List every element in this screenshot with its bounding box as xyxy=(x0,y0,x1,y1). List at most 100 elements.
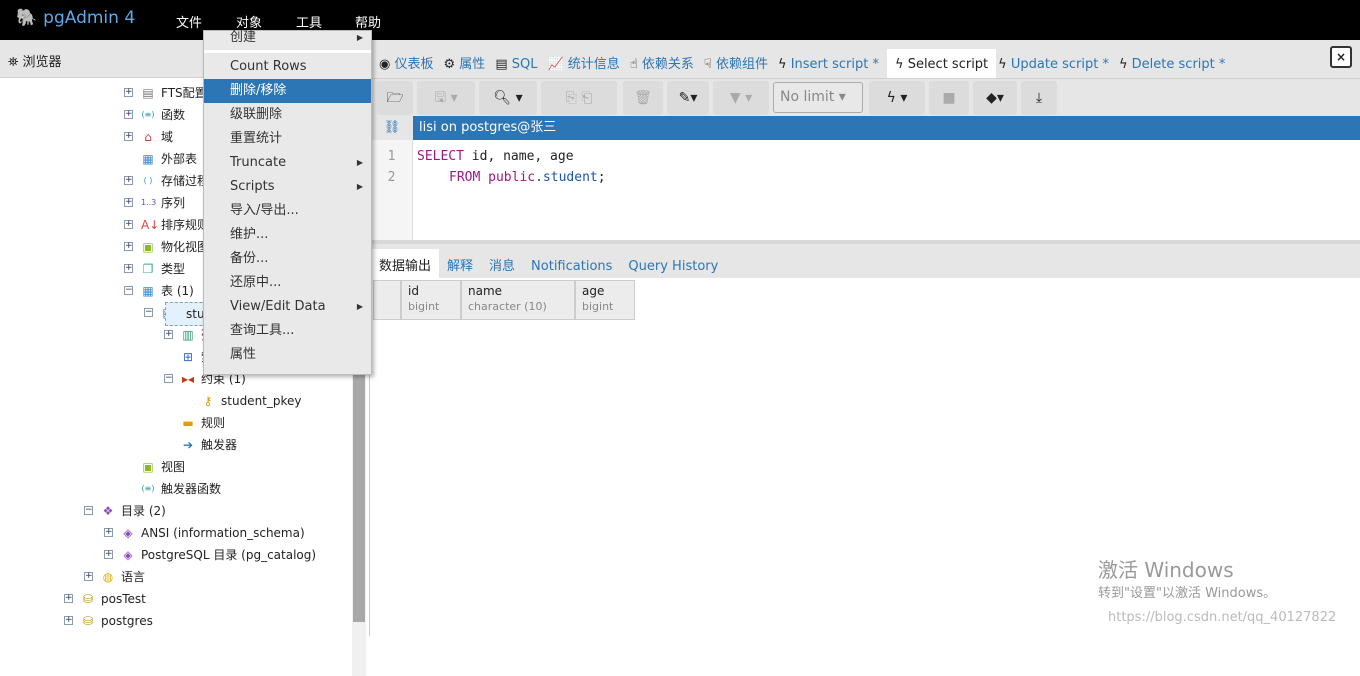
tab-0[interactable]: ◉ 仪表板 xyxy=(377,53,442,78)
tree-item[interactable]: + ◈ ANSI (information_schema) xyxy=(0,522,350,544)
tab-8[interactable]: ϟ Update script * xyxy=(996,57,1117,78)
expander-icon[interactable]: + xyxy=(124,88,133,97)
tab-1[interactable]: ⚙ 属性 xyxy=(442,53,494,78)
expander-icon[interactable]: + xyxy=(124,110,133,119)
column-header[interactable]: age bigint xyxy=(575,280,635,320)
expander-icon[interactable]: − xyxy=(124,286,133,295)
context-menu-item[interactable]: View/Edit Data ▶ xyxy=(204,295,371,319)
result-tab[interactable]: Query History xyxy=(620,259,726,278)
context-menu-item[interactable]: Count Rows xyxy=(204,55,371,79)
expander-icon[interactable]: + xyxy=(124,132,133,141)
tree-item[interactable]: ▣ 视图 xyxy=(0,456,350,478)
panel-tabs: ◉ 仪表板 ⚙ 属性 ▤ SQL 📈 统计信息 ☝ 依赖关系 ☟ 依赖组件 ϟ Insert… xyxy=(371,40,1360,78)
find-button[interactable]: 🔍︎ ▾ xyxy=(479,81,537,115)
tree-item-label: 排序规则 xyxy=(161,218,210,232)
delete-button[interactable]: 🗑 xyxy=(623,81,663,115)
tab-3[interactable]: 📈 统计信息 xyxy=(545,53,627,78)
expander-icon[interactable]: + xyxy=(64,594,73,603)
expander-icon[interactable]: − xyxy=(144,308,153,317)
tree-item[interactable]: + ⛁ posTest xyxy=(0,588,350,610)
tab-6[interactable]: ϟ Insert script * xyxy=(776,57,887,78)
tree-item[interactable]: − ❖ 目录 (2) xyxy=(0,500,350,522)
expander-icon[interactable]: + xyxy=(124,264,133,273)
stop-button[interactable]: ■ xyxy=(929,81,969,115)
result-tab[interactable]: 数据输出 xyxy=(371,249,440,278)
menu-2[interactable]: 工具 xyxy=(296,12,322,31)
tree-item[interactable]: ⚷ student_pkey xyxy=(0,390,350,412)
sequence-icon: 1..3 xyxy=(141,198,157,207)
tab-icon: ☟ xyxy=(703,57,716,72)
result-tab[interactable]: Notifications xyxy=(523,259,620,278)
menu-3[interactable]: 帮助 xyxy=(355,12,381,31)
app-logo[interactable]: 🐘 pgAdmin 4 xyxy=(16,8,135,28)
execute-button[interactable]: ϟ ▾ xyxy=(869,81,925,115)
tree-item[interactable]: + ◍ 语言 xyxy=(0,566,350,588)
scrollbar-thumb[interactable] xyxy=(353,370,365,622)
edit-button[interactable]: ✎▾ xyxy=(667,81,709,115)
context-menu-item[interactable]: Truncate ▶ xyxy=(204,151,371,175)
tree-item-label: 视图 xyxy=(161,460,186,474)
expander-icon[interactable]: − xyxy=(84,506,93,515)
context-menu-item[interactable]: 重置统计 xyxy=(204,127,371,151)
context-menu-item[interactable]: 还原中... xyxy=(204,271,371,295)
tree-item[interactable]: (≡) 触发器函数 xyxy=(0,478,350,500)
rule-icon: ▬ xyxy=(182,416,194,430)
menu-0[interactable]: 文件 xyxy=(176,12,202,31)
tab-9[interactable]: ϟ Delete script * xyxy=(1117,57,1233,78)
select-all-corner[interactable] xyxy=(373,280,401,320)
language-icon: ◍ xyxy=(102,570,114,584)
menu-item-label: Scripts xyxy=(230,179,275,194)
expander-icon[interactable]: + xyxy=(124,198,133,207)
context-menu-item[interactable]: 查询工具... xyxy=(204,319,371,343)
expander-icon[interactable]: + xyxy=(84,572,93,581)
expander-icon[interactable]: + xyxy=(164,330,173,339)
menu-1[interactable]: 对象 xyxy=(236,12,262,31)
close-button[interactable]: × xyxy=(1330,46,1352,68)
expander-icon[interactable]: + xyxy=(124,242,133,251)
tab-icon: ▤ xyxy=(495,57,512,72)
context-menu-item[interactable]: 维护... xyxy=(204,223,371,247)
expander-icon[interactable]: + xyxy=(104,550,113,559)
result-tab[interactable]: 解释 xyxy=(439,255,481,278)
tree-item[interactable]: ▬ 规则 xyxy=(0,412,350,434)
context-menu-item[interactable]: 级联删除 xyxy=(204,103,371,127)
tree-item[interactable]: + ⛁ postgres xyxy=(0,610,350,632)
tab-label: 统计信息 xyxy=(567,57,620,72)
column-header[interactable]: name character (10) xyxy=(461,280,575,320)
context-menu-item[interactable]: 创建 ▶ xyxy=(204,31,371,53)
expander-icon[interactable]: + xyxy=(124,220,133,229)
tree-item[interactable]: ➔ 触发器 xyxy=(0,434,350,456)
clear-button[interactable]: ◆▾ xyxy=(973,81,1017,115)
tab-5[interactable]: ☟ 依赖组件 xyxy=(702,53,776,78)
tree-item-label: 函数 xyxy=(161,108,186,122)
context-menu-item[interactable]: 属性 xyxy=(204,343,371,367)
tab-4[interactable]: ☝ 依赖关系 xyxy=(628,53,702,78)
context-menu-item[interactable]: 备份... xyxy=(204,247,371,271)
context-menu-item[interactable]: 删除/移除 xyxy=(204,79,371,103)
columns-icon: ▥ xyxy=(182,328,194,342)
tree-item[interactable]: + ◈ PostgreSQL 目录 (pg_catalog) xyxy=(0,544,350,566)
download-button[interactable]: ⤓ xyxy=(1021,81,1057,115)
save-button[interactable]: 🖫 ▾ xyxy=(417,81,475,115)
tab-7[interactable]: ϟ Select script xyxy=(886,49,997,78)
column-name: name xyxy=(468,284,503,298)
filter-button[interactable]: ▼ ▾ xyxy=(713,81,769,115)
sql-columns: id, name, age xyxy=(463,149,574,164)
expander-icon[interactable]: + xyxy=(104,528,113,537)
sql-editor[interactable]: 12 SELECT id, name, age FROM public.stud… xyxy=(371,140,1360,240)
column-header[interactable]: id bigint xyxy=(401,280,461,320)
limit-select[interactable]: No limit ▾ xyxy=(773,82,863,113)
sql-semicolon: ; xyxy=(597,170,606,185)
link-icon: ⛓ xyxy=(371,116,413,140)
expander-icon[interactable]: − xyxy=(164,374,173,383)
copy-paste-buttons[interactable]: ⎘ ⎗ xyxy=(541,81,617,115)
context-menu-item[interactable]: 导入/导出... xyxy=(204,199,371,223)
connection-bar[interactable]: ⛓ lisi on postgres@张三 xyxy=(371,116,1360,140)
context-menu-item[interactable]: Scripts ▶ xyxy=(204,175,371,199)
expander-icon[interactable]: + xyxy=(124,176,133,185)
line-number: 1 xyxy=(387,149,396,164)
expander-icon[interactable]: + xyxy=(64,616,73,625)
result-tab[interactable]: 消息 xyxy=(481,255,523,278)
open-file-button[interactable]: 🗁 xyxy=(377,81,413,115)
tab-2[interactable]: ▤ SQL xyxy=(493,57,545,78)
